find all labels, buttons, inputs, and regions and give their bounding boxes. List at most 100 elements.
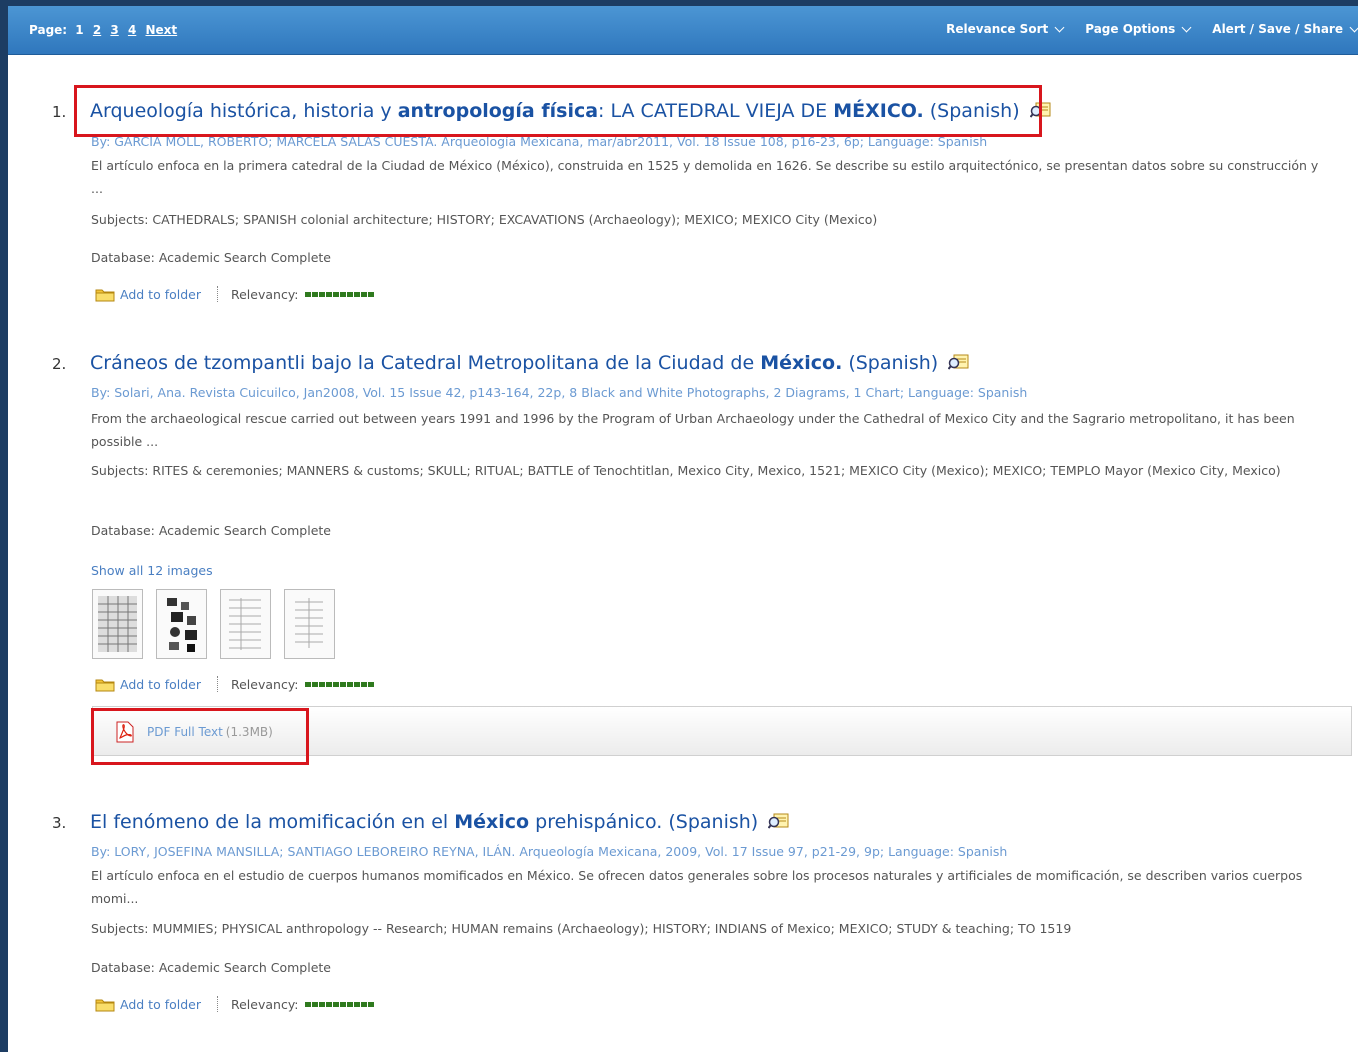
relevancy-segment bbox=[311, 1001, 318, 1007]
divider bbox=[216, 996, 219, 1012]
page-options-label: Page Options bbox=[1085, 22, 1176, 36]
title-highlight: antropología física bbox=[397, 100, 599, 122]
result-number: 1. bbox=[52, 103, 67, 121]
image-thumbnail[interactable] bbox=[156, 589, 207, 659]
result-number: 2. bbox=[52, 355, 67, 373]
relevancy-segment bbox=[332, 1001, 339, 1007]
pdf-full-text-link[interactable]: PDF Full Text (1.3MB) bbox=[115, 721, 273, 743]
relevancy-segment bbox=[346, 1001, 353, 1007]
title-text: Cráneos de tzompantli bajo la Catedral M… bbox=[90, 352, 761, 374]
relevancy-segment bbox=[332, 681, 339, 687]
image-thumbnails bbox=[92, 589, 335, 659]
relevancy-segment bbox=[367, 1001, 374, 1007]
chevron-down-icon bbox=[1054, 22, 1065, 32]
relevancy-segment bbox=[346, 291, 353, 297]
add-to-folder-link[interactable]: Add to folder bbox=[120, 677, 201, 692]
title-highlight: México. bbox=[760, 352, 843, 374]
relevancy-segment bbox=[325, 291, 332, 297]
alert-save-share-label: Alert / Save / Share bbox=[1212, 22, 1343, 36]
relevancy-bar bbox=[304, 1001, 374, 1007]
title-text: : LA CATEDRAL VIEJA DE bbox=[598, 100, 834, 122]
folder-icon[interactable] bbox=[95, 997, 115, 1012]
relevancy-segment bbox=[325, 681, 332, 687]
relevancy-segment bbox=[339, 681, 346, 687]
result-byline: By: GARCÍA MOLL, ROBERTO; MARCELA SALAS … bbox=[91, 134, 988, 149]
result-abstract: El artículo enfoca en la primera catedra… bbox=[91, 158, 1319, 196]
relevancy-segment bbox=[304, 1001, 311, 1007]
relevancy-segment bbox=[360, 1001, 367, 1007]
magnifier-document-icon[interactable] bbox=[1029, 102, 1052, 118]
pagination: Page: 1 2 3 4 Next bbox=[29, 23, 182, 37]
title-highlight: México bbox=[454, 811, 530, 833]
relevancy-segment bbox=[353, 681, 360, 687]
relevancy-segment bbox=[346, 681, 353, 687]
relevancy-segment bbox=[318, 1001, 325, 1007]
relevancy-segment bbox=[304, 291, 311, 297]
relevancy-segment bbox=[311, 291, 318, 297]
result-number: 3. bbox=[52, 814, 67, 832]
relevancy-segment bbox=[311, 681, 318, 687]
add-to-folder-link[interactable]: Add to folder bbox=[120, 287, 201, 302]
relevancy-segment bbox=[367, 681, 374, 687]
chevron-down-icon bbox=[1349, 22, 1358, 32]
next-page-link[interactable]: Next bbox=[145, 23, 177, 37]
results-toolbar: Page: 1 2 3 4 Next Relevance Sort Page O… bbox=[8, 6, 1358, 55]
result-database: Database: Academic Search Complete bbox=[91, 250, 331, 265]
page-options-menu[interactable]: Page Options bbox=[1085, 22, 1192, 36]
page-link-3[interactable]: 3 bbox=[110, 23, 118, 37]
folder-icon[interactable] bbox=[95, 287, 115, 302]
page-link-1[interactable]: 1 bbox=[75, 23, 83, 37]
result-subjects: Subjects: RITES & ceremonies; MANNERS & … bbox=[91, 463, 1281, 478]
folder-icon[interactable] bbox=[95, 677, 115, 692]
title-highlight: MÉXICO. bbox=[833, 100, 924, 122]
relevancy-segment bbox=[339, 291, 346, 297]
image-thumbnail[interactable] bbox=[92, 589, 143, 659]
result-title-link[interactable]: Arqueología histórica, historia y antrop… bbox=[90, 100, 1052, 122]
image-thumbnail[interactable] bbox=[220, 589, 271, 659]
result-title-link[interactable]: Cráneos de tzompantli bajo la Catedral M… bbox=[90, 352, 970, 374]
result-database: Database: Academic Search Complete bbox=[91, 960, 331, 975]
result-database: Database: Academic Search Complete bbox=[91, 523, 331, 538]
results-frame: Page: 1 2 3 4 Next Relevance Sort Page O… bbox=[8, 6, 1358, 1052]
full-text-bar: PDF Full Text (1.3MB) bbox=[92, 706, 1352, 756]
relevancy-segment bbox=[339, 1001, 346, 1007]
relevancy-segment bbox=[318, 291, 325, 297]
relevance-sort-label: Relevance Sort bbox=[946, 22, 1049, 36]
relevancy-segment bbox=[353, 1001, 360, 1007]
result-subjects: Subjects: CATHEDRALS; SPANISH colonial a… bbox=[91, 212, 878, 227]
relevancy-label: Relevancy: bbox=[230, 676, 299, 692]
result-actions: Add to folder Relevancy: bbox=[95, 996, 374, 1012]
relevance-sort-menu[interactable]: Relevance Sort bbox=[946, 22, 1065, 36]
title-text: Arqueología histórica, historia y bbox=[90, 100, 398, 122]
page-label: Page: bbox=[29, 23, 68, 37]
relevancy-segment bbox=[304, 681, 311, 687]
title-language: (Spanish) bbox=[842, 352, 939, 374]
pdf-file-size: (1.3MB) bbox=[225, 725, 273, 739]
result-actions: Add to folder Relevancy: bbox=[95, 286, 374, 302]
alert-save-share-menu[interactable]: Alert / Save / Share bbox=[1212, 22, 1358, 36]
relevancy-segment bbox=[332, 291, 339, 297]
relevancy-segment bbox=[360, 681, 367, 687]
result-abstract: El artículo enfoca en el estudio de cuer… bbox=[91, 868, 1303, 906]
relevancy-segment bbox=[367, 291, 374, 297]
relevancy-segment bbox=[325, 1001, 332, 1007]
result-actions: Add to folder Relevancy: bbox=[95, 676, 374, 692]
result-byline: By: LORY, JOSEFINA MANSILLA; SANTIAGO LE… bbox=[91, 844, 1008, 859]
relevancy-segment bbox=[360, 291, 367, 297]
page-link-4[interactable]: 4 bbox=[128, 23, 136, 37]
divider bbox=[216, 286, 219, 302]
result-title-link[interactable]: El fenómeno de la momificación en el Méx… bbox=[90, 811, 790, 833]
result-abstract: From the archaeological rescue carried o… bbox=[91, 411, 1295, 449]
relevancy-segment bbox=[318, 681, 325, 687]
page-link-2[interactable]: 2 bbox=[93, 23, 101, 37]
relevancy-label: Relevancy: bbox=[230, 996, 299, 1012]
title-text: El fenómeno de la momificación en el bbox=[90, 811, 455, 833]
add-to-folder-link[interactable]: Add to folder bbox=[120, 997, 201, 1012]
show-all-images-link[interactable]: Show all 12 images bbox=[91, 563, 213, 578]
image-thumbnail[interactable] bbox=[284, 589, 335, 659]
divider bbox=[216, 676, 219, 692]
relevancy-label: Relevancy: bbox=[230, 286, 299, 302]
magnifier-document-icon[interactable] bbox=[768, 813, 790, 829]
title-language: prehispánico. (Spanish) bbox=[529, 811, 759, 833]
magnifier-document-icon[interactable] bbox=[948, 354, 970, 370]
